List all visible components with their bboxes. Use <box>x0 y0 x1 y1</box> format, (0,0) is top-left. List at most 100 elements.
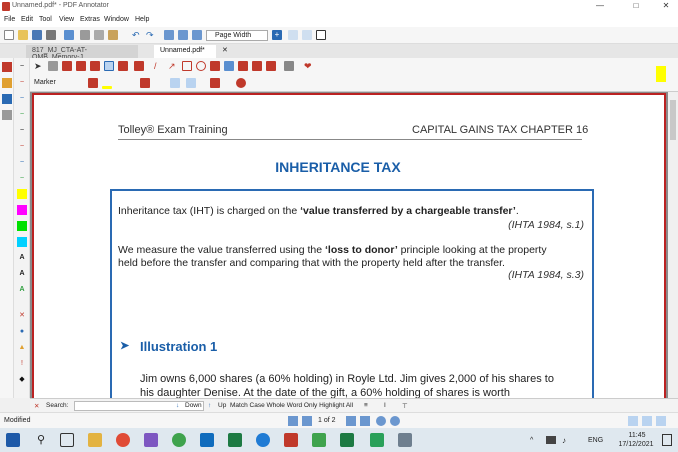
text-tool-icon[interactable]: A <box>17 253 27 263</box>
cyan-marker-icon[interactable] <box>17 237 27 247</box>
exclamation-mark-icon[interactable]: ! <box>17 359 27 369</box>
arrow-tool-icon[interactable]: ↗ <box>168 61 178 71</box>
status-first-page-icon[interactable] <box>288 416 298 426</box>
circle-mark-icon[interactable]: ● <box>17 327 27 337</box>
pdf-annotator-taskbar-icon[interactable] <box>284 433 298 447</box>
minimize-button[interactable]: — <box>590 1 610 13</box>
text-box-icon[interactable]: A <box>17 269 27 279</box>
tab-memory-jogger[interactable]: 817_MJ_CTA-AT-OMB_Memory-J... <box>26 45 138 61</box>
text-green-icon[interactable]: A <box>17 285 27 295</box>
edge-icon[interactable] <box>256 433 270 447</box>
email-icon[interactable] <box>64 30 74 40</box>
outlook-icon[interactable] <box>200 433 214 447</box>
green-marker-icon[interactable] <box>17 221 27 231</box>
two-page-view-icon[interactable] <box>656 416 666 426</box>
teams-icon[interactable] <box>144 433 158 447</box>
prev-page-icon[interactable] <box>178 30 188 40</box>
volume-icon[interactable]: ♪ <box>562 436 566 445</box>
favorites-heart-icon[interactable]: ❤ <box>304 61 314 71</box>
app-icon-4[interactable] <box>398 433 412 447</box>
magenta-marker-icon[interactable] <box>17 205 27 215</box>
blue-pen-thin-icon[interactable]: ~ <box>17 158 27 168</box>
trash-icon[interactable] <box>210 78 220 88</box>
polygon-tool-icon[interactable] <box>210 61 220 71</box>
green-pen-icon[interactable]: ~ <box>17 110 27 120</box>
battery-icon[interactable] <box>546 436 556 444</box>
status-back-icon[interactable] <box>376 416 386 426</box>
maximize-button[interactable]: □ <box>626 1 646 13</box>
redo-icon[interactable]: ↷ <box>146 30 156 40</box>
app-icon-green[interactable] <box>172 433 186 447</box>
search-up-button[interactable]: Up <box>218 402 226 409</box>
app-icon-excel-2[interactable] <box>340 433 354 447</box>
close-button[interactable]: ✕ <box>656 1 676 13</box>
link-tool-icon[interactable] <box>224 61 234 71</box>
red-pen-icon[interactable]: ~ <box>17 78 27 88</box>
undo-icon[interactable]: ↶ <box>132 30 142 40</box>
select-tool-icon[interactable]: ➤ <box>34 61 44 71</box>
black-pen-icon[interactable]: ~ <box>17 62 27 72</box>
open-folder-icon[interactable] <box>18 30 28 40</box>
menu-view[interactable]: View <box>59 16 74 23</box>
pen-tool-icon[interactable] <box>2 62 12 72</box>
file-explorer-icon[interactable] <box>88 433 102 447</box>
menu-help[interactable]: Help <box>135 16 149 23</box>
save-icon[interactable] <box>32 30 42 40</box>
hand-tool-icon[interactable] <box>48 61 58 71</box>
fullscreen-icon[interactable] <box>316 30 326 40</box>
marker-tool-icon[interactable] <box>104 61 114 71</box>
attachment-icon[interactable] <box>2 110 12 120</box>
clock-date[interactable]: 17/12/2021 <box>614 441 658 448</box>
image-tool-icon[interactable] <box>252 61 262 71</box>
yellow-marker-icon[interactable] <box>17 189 27 199</box>
app-icon-green-2[interactable] <box>312 433 326 447</box>
settings-icon[interactable] <box>236 78 246 88</box>
single-page-view-icon[interactable] <box>628 416 638 426</box>
excel-icon[interactable] <box>228 433 242 447</box>
zoom-in-icon[interactable]: + <box>272 30 282 40</box>
eraser-icon[interactable] <box>76 61 86 71</box>
highlighter-tool-icon[interactable] <box>2 78 12 88</box>
green-pen-thin-icon[interactable]: ~ <box>17 174 27 184</box>
continuous-view-icon[interactable] <box>642 416 652 426</box>
paste-icon[interactable] <box>108 30 118 40</box>
close-tab-icon[interactable]: ✕ <box>222 46 228 54</box>
search-up-icon[interactable]: ↑ <box>208 402 211 409</box>
menu-edit[interactable]: Edit <box>21 16 33 23</box>
scrollbar-thumb[interactable] <box>670 100 676 140</box>
search-text-icon[interactable]: I <box>384 402 386 409</box>
task-view-icon[interactable] <box>60 433 74 447</box>
menu-window[interactable]: Window <box>104 16 129 23</box>
text-highlight-icon[interactable] <box>118 61 128 71</box>
stamp-menu-icon[interactable] <box>134 61 144 71</box>
menu-file[interactable]: File <box>4 16 15 23</box>
black-pen-thin-icon[interactable]: ~ <box>17 126 27 136</box>
note-tool-icon[interactable] <box>238 61 248 71</box>
warning-mark-icon[interactable]: ▲ <box>17 343 27 353</box>
blue-pen-icon[interactable]: ~ <box>17 94 27 104</box>
callout-tool-icon[interactable] <box>266 61 276 71</box>
search-down-icon[interactable]: ↓ <box>176 402 179 409</box>
active-marker-swatch[interactable] <box>656 66 666 82</box>
fit-width-icon[interactable] <box>288 30 298 40</box>
search-down-button[interactable]: Down <box>185 402 202 409</box>
notifications-icon[interactable] <box>662 434 672 446</box>
search-taskbar-icon[interactable]: ⚲ <box>34 433 48 447</box>
tray-arrow-icon[interactable]: ^ <box>530 437 533 444</box>
menu-extras[interactable]: Extras <box>80 16 100 23</box>
stamp-icon[interactable] <box>62 61 72 71</box>
undo-ink-icon[interactable] <box>90 61 100 71</box>
search-options[interactable]: Match Case Whole Word Only Highlight All <box>230 402 353 409</box>
color-picker-icon[interactable] <box>88 78 98 88</box>
more-tools-icon[interactable] <box>284 61 294 71</box>
arrow-mark-icon[interactable]: ◆ <box>17 375 27 385</box>
status-next-page-icon[interactable] <box>346 416 356 426</box>
copy-icon[interactable] <box>94 30 104 40</box>
status-forward-icon[interactable] <box>390 416 400 426</box>
fit-page-icon[interactable] <box>302 30 312 40</box>
straight-line-icon[interactable] <box>170 78 180 88</box>
app-icon-3[interactable] <box>370 433 384 447</box>
next-page-icon[interactable] <box>192 30 202 40</box>
new-document-icon[interactable] <box>4 30 14 40</box>
rectangle-tool-icon[interactable] <box>182 61 192 71</box>
